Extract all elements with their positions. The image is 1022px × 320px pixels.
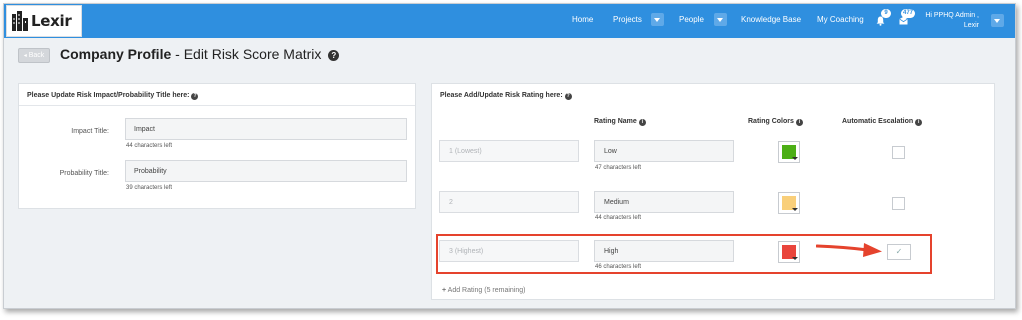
col-rating-colors: Rating Colors i: [748, 118, 803, 126]
red-arrow-annotation-icon: [816, 243, 882, 257]
notifications-badge: 9: [881, 9, 891, 18]
rating-level-input: 1 (Lowest): [439, 140, 579, 162]
top-nav: Lexir Home Projects People Knowledge Bas…: [4, 4, 1015, 38]
impact-title-input[interactable]: Impact: [125, 118, 407, 140]
impact-title-label: Impact Title:: [71, 128, 109, 135]
probability-title-input[interactable]: Probability: [125, 160, 407, 182]
user-dropdown-button[interactable]: [991, 14, 1004, 27]
rating-name-input[interactable]: Low: [594, 140, 734, 162]
help-icon[interactable]: ?: [328, 50, 340, 61]
right-panel-heading: Please Add/Update Risk Rating here:: [440, 92, 563, 99]
logo[interactable]: Lexir: [6, 5, 82, 37]
projects-dropdown-button[interactable]: [651, 13, 664, 26]
back-button[interactable]: ◂ Back: [18, 48, 50, 63]
rating-name-input[interactable]: Medium: [594, 191, 734, 213]
add-rating-link[interactable]: + Add Rating (5 remaining): [442, 287, 525, 294]
nav-my-coaching[interactable]: My Coaching: [817, 15, 864, 24]
add-rating-label: Add Rating (5 remaining): [447, 287, 526, 294]
col-rating-name: Rating Name i: [594, 118, 646, 126]
app-window: Lexir Home Projects People Knowledge Bas…: [3, 3, 1016, 309]
people-dropdown-button[interactable]: [714, 13, 727, 26]
rating-color-picker[interactable]: [778, 192, 800, 214]
rating-name-hint: 47 characters left: [595, 165, 642, 171]
rating-color-picker[interactable]: [778, 141, 800, 163]
help-icon[interactable]: ?: [564, 93, 572, 100]
page-title: Company Profile - Edit Risk Score Matrix…: [60, 46, 340, 62]
caret-down-icon: [792, 157, 798, 160]
back-label: Back: [28, 52, 45, 59]
nav-people[interactable]: People: [679, 15, 704, 24]
rating-level-input: 2: [439, 191, 579, 213]
impact-title-hint: 44 characters left: [126, 143, 173, 149]
rating-level-input: 3 (Highest): [439, 240, 579, 262]
col-rating-colors-label: Rating Colors: [748, 118, 794, 125]
plus-icon: +: [442, 287, 447, 294]
logo-text: Lexir: [31, 12, 72, 30]
rating-name-input[interactable]: High: [594, 240, 734, 262]
info-icon[interactable]: i: [915, 119, 923, 126]
escalation-checkbox[interactable]: [892, 146, 905, 159]
user-greeting: Hi PPHQ Admin ,: [925, 12, 979, 19]
page-title-main: Company Profile: [60, 46, 172, 62]
info-icon[interactable]: i: [638, 119, 646, 126]
messages-badge: 477: [901, 9, 916, 18]
chevron-left-icon: ◂: [23, 53, 27, 59]
impact-probability-panel: Please Update Risk Impact/Probability Ti…: [18, 83, 416, 209]
user-menu[interactable]: Hi PPHQ Admin , Lexir: [925, 11, 979, 31]
col-rating-name-label: Rating Name: [594, 118, 637, 125]
caret-down-icon: [792, 208, 798, 211]
col-automatic-escalation-label: Automatic Escalation: [842, 118, 914, 125]
rating-name-hint: 46 characters left: [595, 264, 642, 270]
checkmark-icon: ✓: [895, 247, 903, 256]
probability-title-hint: 39 characters left: [126, 185, 173, 191]
user-org: Lexir: [963, 22, 979, 29]
left-panel-heading: Please Update Risk Impact/Probability Ti…: [27, 92, 190, 99]
nav-projects[interactable]: Projects: [613, 15, 642, 24]
panel-heading: Please Update Risk Impact/Probability Ti…: [19, 84, 415, 106]
probability-title-label: Probability Title:: [59, 170, 109, 177]
help-icon[interactable]: ?: [191, 93, 199, 100]
caret-down-icon: [792, 257, 798, 260]
building-logo-icon: [12, 11, 28, 31]
nav-home[interactable]: Home: [572, 15, 593, 24]
panel-heading: Please Add/Update Risk Rating here:?: [432, 84, 994, 106]
col-automatic-escalation: Automatic Escalation i: [842, 118, 923, 126]
nav-knowledge-base[interactable]: Knowledge Base: [741, 15, 801, 24]
page-title-sub: - Edit Risk Score Matrix: [171, 46, 322, 62]
rating-name-hint: 44 characters left: [595, 215, 642, 221]
rating-color-picker[interactable]: [778, 241, 800, 263]
escalation-checkbox-checked[interactable]: ✓: [887, 244, 911, 260]
info-icon[interactable]: i: [795, 119, 803, 126]
escalation-checkbox[interactable]: [892, 197, 905, 210]
